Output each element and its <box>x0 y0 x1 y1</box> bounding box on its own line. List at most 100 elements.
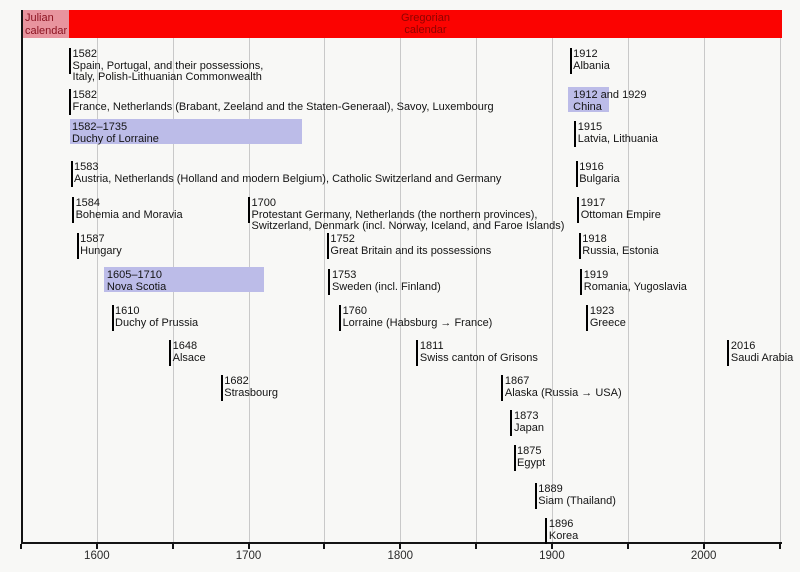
timeline-entry: 1917Ottoman Empire <box>581 198 661 221</box>
entry-year: 1811 <box>420 341 538 353</box>
y-axis-line <box>21 10 23 543</box>
entry-year: 1582–1735 <box>72 122 159 134</box>
entry-label: Switzerland, Denmark (incl. Norway, Icel… <box>252 221 565 233</box>
gridline <box>97 38 98 542</box>
entry-year: 1889 <box>538 484 616 496</box>
entry-label: Duchy of Lorraine <box>72 134 159 146</box>
x-axis-line <box>21 542 782 544</box>
x-axis-tick <box>475 544 477 549</box>
timeline-entry: 1582France, Netherlands (Brabant, Zeelan… <box>73 90 494 113</box>
x-axis-tick <box>551 544 553 549</box>
timeline-entry: 1752Great Britain and its possessions <box>330 234 491 257</box>
entry-label: France, Netherlands (Brabant, Zeeland an… <box>73 102 494 114</box>
event-tick <box>248 197 250 223</box>
entry-year: 1923 <box>590 306 626 318</box>
entry-label: Swiss canton of Grisons <box>420 353 538 365</box>
julian-calendar-label: Julian calendar <box>25 12 67 37</box>
gridline <box>476 38 477 542</box>
event-tick <box>69 89 71 115</box>
x-axis-tick <box>703 544 705 549</box>
entry-year: 1587 <box>80 234 122 246</box>
timeline-entry: 1923Greece <box>590 306 626 329</box>
entry-label: Alsace <box>173 353 206 365</box>
event-tick <box>577 197 579 223</box>
timeline-entry: 1760Lorraine (Habsburg → France) <box>343 306 493 329</box>
timeline-entry: 1753Sweden (incl. Finland) <box>332 270 441 293</box>
timeline-entry: 1915Latvia, Lithuania <box>578 122 658 145</box>
timeline-entry: 1582Spain, Portugal, and their possessio… <box>73 49 264 84</box>
event-tick <box>576 161 578 187</box>
entry-label: China <box>573 102 646 114</box>
entry-label: Latvia, Lithuania <box>578 134 658 146</box>
gridline <box>780 38 781 542</box>
event-tick <box>574 121 576 147</box>
entry-year: 2016 <box>731 341 793 353</box>
entry-label: Japan <box>514 423 544 435</box>
timeline-entry: 1867Alaska (Russia → USA) <box>505 376 622 399</box>
timeline-entry: 1912Albania <box>573 49 610 72</box>
timeline-entry: 1889Siam (Thailand) <box>538 484 616 507</box>
entry-year: 1753 <box>332 270 441 282</box>
event-tick <box>71 161 73 187</box>
entry-year: 1917 <box>581 198 661 210</box>
timeline-entry: 1610Duchy of Prussia <box>115 306 198 329</box>
entry-label: Nova Scotia <box>107 282 166 294</box>
entry-year: 1605–1710 <box>107 270 166 282</box>
entry-year: 1915 <box>578 122 658 134</box>
entry-label: Albania <box>573 61 610 73</box>
x-axis-label: 1900 <box>539 550 565 562</box>
entry-year: 1912 <box>573 49 610 61</box>
gridline <box>324 38 325 542</box>
event-tick <box>112 305 114 331</box>
gregorian-calendar-band: Gregorian calendar <box>69 10 782 38</box>
entry-label: Russia, Estonia <box>582 246 658 258</box>
timeline-entry: 1582–1735Duchy of Lorraine <box>72 122 159 145</box>
event-tick <box>579 233 581 259</box>
event-tick <box>535 483 537 509</box>
entry-label: Strasbourg <box>224 388 278 400</box>
x-axis-label: 1600 <box>84 550 110 562</box>
x-axis-tick <box>399 544 401 549</box>
timeline-entry: 1919Romania, Yugoslavia <box>584 270 687 293</box>
x-axis-label: 1700 <box>236 550 262 562</box>
timeline-entry: 1912 and 1929China <box>573 90 646 113</box>
timeline-entry: 1918Russia, Estonia <box>582 234 658 257</box>
event-tick <box>169 340 171 366</box>
entry-label: Bulgaria <box>579 174 619 186</box>
x-axis-label: 1800 <box>387 550 413 562</box>
gridline <box>704 38 705 542</box>
x-axis-tick <box>627 544 629 549</box>
entry-label: Bohemia and Moravia <box>76 210 183 222</box>
gregorian-adoption-timeline-chart: Julian calendar Gregorian calendar 1600 1… <box>0 0 800 572</box>
event-tick <box>727 340 729 366</box>
entry-label: Austria, Netherlands (Holland and modern… <box>74 174 501 186</box>
gridline <box>552 38 553 542</box>
event-tick <box>327 233 329 259</box>
entry-year: 1896 <box>549 519 578 531</box>
timeline-entry: 2016Saudi Arabia <box>731 341 793 364</box>
event-tick <box>221 375 223 401</box>
entry-year: 1610 <box>115 306 198 318</box>
entry-label: Great Britain and its possessions <box>330 246 491 258</box>
timeline-entry: 1584Bohemia and Moravia <box>76 198 183 221</box>
timeline-entry: 1873Japan <box>514 411 544 434</box>
timeline-entry: 1587Hungary <box>80 234 122 257</box>
entry-year: 1584 <box>76 198 183 210</box>
x-axis-tick <box>323 544 325 549</box>
event-tick <box>339 305 341 331</box>
timeline-entry: 1896Korea <box>549 519 578 542</box>
entry-year: 1918 <box>582 234 658 246</box>
timeline-entry: 1875Egypt <box>517 446 545 469</box>
entry-year: 1700 <box>252 198 565 210</box>
entry-year: 1760 <box>343 306 493 318</box>
entry-year: 1873 <box>514 411 544 423</box>
entry-year: 1582 <box>73 90 494 102</box>
entry-label: Greece <box>590 318 626 330</box>
entry-year: 1875 <box>517 446 545 458</box>
entry-label: Duchy of Prussia <box>115 318 198 330</box>
entry-label: Korea <box>549 531 578 543</box>
event-tick <box>69 48 71 74</box>
entry-year: 1583 <box>74 162 501 174</box>
julian-calendar-band: Julian calendar <box>21 10 69 38</box>
event-tick <box>510 410 512 436</box>
